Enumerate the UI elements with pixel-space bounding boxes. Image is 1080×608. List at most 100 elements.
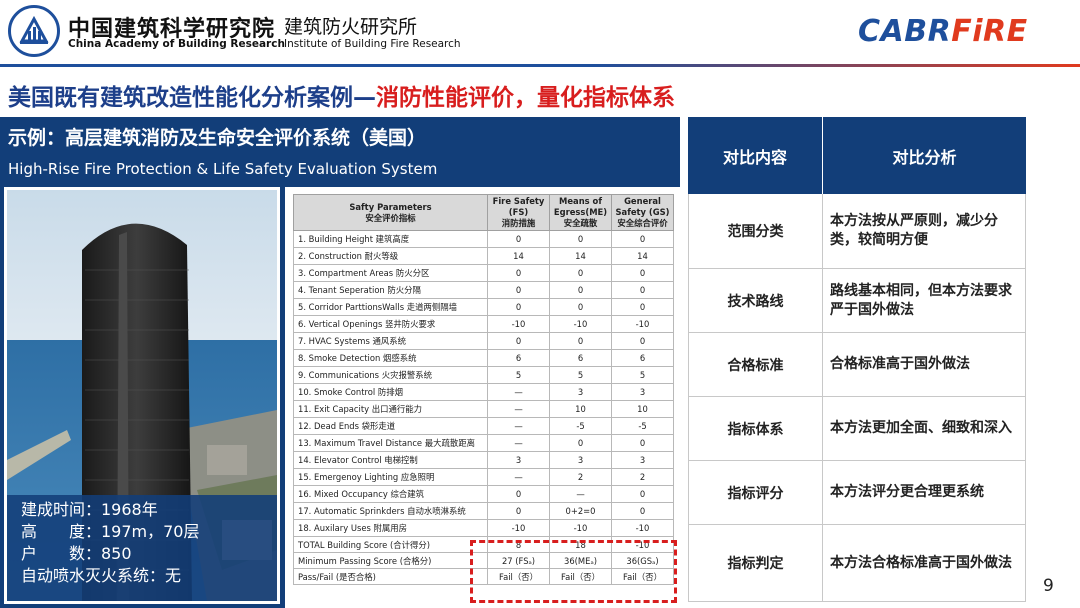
table-row: 13. Maximum Travel Distance 最大疏散距离 —0 0	[293, 434, 674, 452]
table-cell-score: -10	[611, 315, 674, 333]
table-cell-score: 3	[611, 451, 674, 469]
example-panel: 示例：高层建筑消防及生命安全评价系统（美国） High-Rise Fire Pr…	[0, 117, 680, 608]
table-cell-score: 6	[611, 349, 674, 367]
table-row: 9. Communications 火灾报警系统 5 5 5	[293, 366, 674, 384]
table-cell-score: —	[487, 400, 550, 418]
slide-title-part1: 美国既有建筑改造性能化分析案例—	[8, 85, 376, 111]
header-fire-safety: Fire Safety (FS) 消防措施	[487, 194, 550, 231]
comparison-analysis: 本方法更加全面、细致和深入	[823, 397, 1026, 460]
table-cell-parameter: 6. Vertical Openings 竖井防火要求	[293, 315, 488, 333]
comparison-item: 指标体系	[688, 397, 823, 460]
table-cell-parameter: 9. Communications 火灾报警系统	[293, 366, 488, 384]
table-cell-score: 0	[611, 434, 674, 452]
header-divider	[0, 64, 1080, 67]
table-cell-score: 14	[549, 247, 612, 265]
comparison-analysis: 本方法合格标准高于国外做法	[823, 525, 1026, 601]
table-cell-score: 0	[487, 298, 550, 316]
table-row: 16. Mixed Occupancy 综合建筑 0—0	[293, 485, 674, 503]
table-cell-score: -10	[487, 519, 550, 537]
table-cell-score: 0	[549, 298, 612, 316]
cabr-logo-icon	[8, 5, 60, 57]
table-row: 10. Smoke Control 防排烟 —3 3	[293, 383, 674, 401]
table-cell-score: 3	[549, 451, 612, 469]
table-cell-score: 0	[611, 332, 674, 350]
table-cell-score: 0	[611, 502, 674, 520]
table-cell-score: 0	[611, 485, 674, 503]
table-cell-score: 6	[487, 349, 550, 367]
comparison-row: 技术路线 路线基本相同，但本方法要求严于国外做法	[688, 269, 1026, 333]
slide-title: 美国既有建筑改造性能化分析案例—消防性能评价，量化指标体系	[8, 78, 675, 112]
comparison-header: 对比内容 对比分析	[688, 117, 1026, 194]
table-cell-score: -10	[487, 315, 550, 333]
building-photo: 建成时间：1968年 高 度：197m，70层 户 数：850 自动喷水灭火系统…	[4, 187, 280, 604]
table-cell-parameter: 7. HVAC Systems 通风系统	[293, 332, 488, 350]
system-title-en: High-Rise Fire Protection & Life Safety …	[8, 160, 438, 178]
table-cell-score: -10	[549, 315, 612, 333]
info-height: 高 度：197m，70层	[21, 522, 200, 541]
comparison-table: 对比内容 对比分析 范围分类 本方法按从严原则，减少分类，较简明方便 技术路线 路线基…	[688, 117, 1026, 602]
table-cell-parameter: 1. Building Height 建筑高度	[293, 230, 488, 248]
table-row: 8. Smoke Detection 烟感系统 6 6 6	[293, 349, 674, 367]
info-sprinkler: 自动喷水灭火系统：无	[21, 566, 182, 585]
comparison-item: 指标判定	[688, 525, 823, 601]
table-row: 5. Corridor ParttionsWalls 走道两侧隔墙 0 0 0	[293, 298, 674, 316]
table-cell-score: 2	[611, 468, 674, 486]
table-cell-score: 14	[611, 247, 674, 265]
page-number: 9	[1043, 576, 1054, 596]
table-row: 2. Construction 耐火等级 14 14 14	[293, 247, 674, 265]
table-cell-score: 0	[611, 230, 674, 248]
table-cell-parameter: 12. Dead Ends 袋形走道	[293, 417, 488, 435]
org-name-en: China Academy of Building Research	[68, 38, 285, 50]
table-row: 7. HVAC Systems 通风系统 0 0 0	[293, 332, 674, 350]
comparison-row: 指标判定 本方法合格标准高于国外做法	[688, 525, 1026, 602]
table-cell-score: 0	[487, 502, 550, 520]
table-row: 3. Compartment Areas 防火分区 0 0 0	[293, 264, 674, 282]
table-cell-parameter: 4. Tenant Seperation 防火分隔	[293, 281, 488, 299]
table-cell-score: 2	[549, 468, 612, 486]
table-cell-parameter: 3. Compartment Areas 防火分区	[293, 264, 488, 282]
comparison-analysis: 路线基本相同，但本方法要求严于国外做法	[823, 269, 1026, 332]
comparison-item: 指标评分	[688, 461, 823, 524]
table-cell-score: —	[487, 383, 550, 401]
table-cell-parameter: 13. Maximum Travel Distance 最大疏散距离	[293, 434, 488, 452]
table-row: 14. Elevator Control 电梯控制 3 3 3	[293, 451, 674, 469]
table-cell-score: 5	[487, 366, 550, 384]
building-info-box: 建成时间：1968年 高 度：197m，70层 户 数：850 自动喷水灭火系统…	[7, 495, 277, 601]
table-cell-parameter: Minimum Passing Score (合格分)	[293, 552, 488, 569]
table-row: 12. Dead Ends 袋形走道 — -5 -5	[293, 417, 674, 435]
table-row: 1. Building Height 建筑高度 0 0 0	[293, 230, 674, 248]
table-cell-score: 0	[487, 264, 550, 282]
table-cell-score: -5	[611, 417, 674, 435]
result-highlight-box	[470, 540, 677, 603]
table-cell-score: 3	[549, 383, 612, 401]
comparison-row: 范围分类 本方法按从严原则，减少分类，较简明方便	[688, 194, 1026, 269]
table-cell-score: 5	[611, 366, 674, 384]
slide-title-part2: 消防性能评价，量化指标体系	[376, 85, 675, 111]
table-cell-score: 0	[487, 230, 550, 248]
table-cell-parameter: 2. Construction 耐火等级	[293, 247, 488, 265]
info-built-year: 建成时间：1968年	[21, 500, 158, 519]
table-cell-score: 3	[611, 383, 674, 401]
table-cell-score: 0	[611, 298, 674, 316]
table-cell-score: -10	[549, 519, 612, 537]
table-row: 17. Automatic Sprinkders 自动水喷淋系统 0 0+2=0 0	[293, 502, 674, 520]
table-cell-score: 10	[549, 400, 612, 418]
table-cell-parameter: Pass/Fail (是否合格)	[293, 568, 488, 585]
table-cell-score: —	[487, 417, 550, 435]
brand-part1: CABR	[858, 14, 952, 49]
table-cell-parameter: 16. Mixed Occupancy 综合建筑	[293, 485, 488, 503]
table-cell-score: -5	[549, 417, 612, 435]
table-cell-score: 0	[549, 264, 612, 282]
comparison-item: 技术路线	[688, 269, 823, 332]
info-units: 户 数：850	[21, 544, 132, 563]
table-cell-parameter: 5. Corridor ParttionsWalls 走道两侧隔墙	[293, 298, 488, 316]
evaluation-table-header: Safty Parameters 安全评价指标 Fire Safety (FS) 消…	[293, 194, 674, 231]
table-cell-parameter: 18. Auxilary Uses 附属用房	[293, 519, 488, 537]
comparison-row: 指标体系 本方法更加全面、细致和深入	[688, 397, 1026, 461]
comparison-analysis: 本方法按从严原则，减少分类，较简明方便	[823, 194, 1026, 268]
table-cell-parameter: 10. Smoke Control 防排烟	[293, 383, 488, 401]
table-cell-score: 0	[611, 264, 674, 282]
table-cell-score: 0	[549, 281, 612, 299]
comparison-analysis: 合格标准高于国外做法	[823, 333, 1026, 396]
table-cell-score: 0	[487, 485, 550, 503]
